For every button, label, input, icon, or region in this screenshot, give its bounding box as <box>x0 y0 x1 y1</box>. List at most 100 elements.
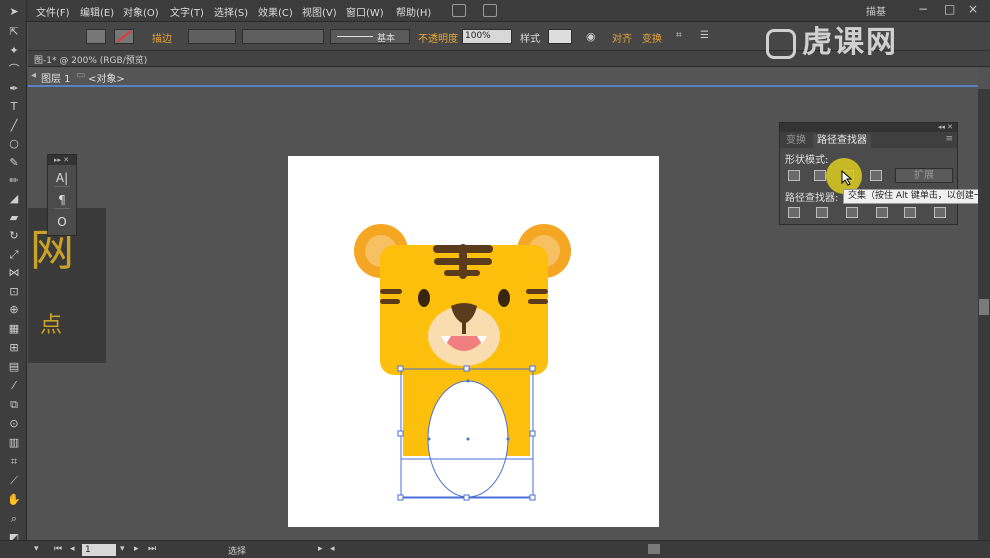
isolate-icon[interactable]: ⌗ <box>676 30 682 41</box>
menu-file[interactable]: 文件(F) <box>36 4 70 19</box>
opentype-icon[interactable]: O <box>54 213 70 231</box>
stroke-label[interactable]: 描边 <box>152 30 172 45</box>
workspace-switcher[interactable]: 描基 <box>866 3 886 18</box>
tab-pathfinder[interactable]: 路径查找器 <box>813 134 871 148</box>
stroke-weight-field[interactable] <box>188 29 236 44</box>
vertical-scroll-thumb[interactable] <box>979 299 989 315</box>
handle-top-center[interactable] <box>463 365 470 372</box>
menu-select[interactable]: 选择(S) <box>214 4 248 19</box>
selection-tool-icon[interactable]: ➤ <box>5 4 23 20</box>
column-graph-tool-icon[interactable]: ▥ <box>5 435 23 451</box>
handle-top-left[interactable] <box>397 365 404 372</box>
shape-builder-tool-icon[interactable]: ⊕ <box>5 302 23 318</box>
lasso-tool-icon[interactable]: ⌒ <box>5 62 23 78</box>
merge-button[interactable] <box>846 207 858 218</box>
zoom-tool-icon[interactable]: ⌕ <box>5 511 23 527</box>
close-button[interactable]: × <box>968 2 978 16</box>
transform-label[interactable]: 变换 <box>642 30 662 45</box>
menu-edit[interactable]: 编辑(E) <box>80 4 114 19</box>
opacity-field[interactable]: 100% <box>462 29 512 44</box>
recolor-icon[interactable]: ◉ <box>586 30 596 43</box>
crop-button[interactable] <box>876 207 888 218</box>
hscroll-left-icon[interactable]: ◂ <box>330 544 335 554</box>
slice-tool-icon[interactable]: ⟋ <box>5 473 23 489</box>
minus-front-button[interactable] <box>814 170 826 181</box>
paragraph-icon[interactable]: ¶ <box>54 191 70 209</box>
maximize-button[interactable]: □ <box>944 2 955 16</box>
paintbrush-tool-icon[interactable]: ✎ <box>5 155 23 171</box>
trim-button[interactable] <box>816 207 828 218</box>
handle-bottom-center[interactable] <box>463 494 470 501</box>
artboard[interactable] <box>288 156 659 527</box>
pen-tool-icon[interactable]: ✒ <box>5 81 23 97</box>
next-artboard-icon[interactable]: ▸ <box>134 544 139 554</box>
last-artboard-icon[interactable]: ⏭ <box>148 544 156 554</box>
rotate-tool-icon[interactable]: ↻ <box>5 228 23 244</box>
horizontal-scroll-thumb[interactable] <box>648 544 660 554</box>
panel-header[interactable]: ◂◂ ✕ <box>780 123 957 132</box>
symbol-sprayer-tool-icon[interactable]: ⊙ <box>5 416 23 432</box>
document-tab-title[interactable]: 图-1* @ 200% (RGB/预览) <box>34 53 147 66</box>
ellipse-tool-icon[interactable]: ○ <box>5 136 23 152</box>
align-label[interactable]: 对齐 <box>612 30 632 45</box>
expand-button[interactable]: 扩展 <box>895 168 953 183</box>
gradient-tool-icon[interactable]: ▤ <box>5 359 23 375</box>
menu-help[interactable]: 帮助(H) <box>396 4 431 19</box>
type-tool-icon[interactable]: T <box>5 99 23 115</box>
width-tool-icon[interactable]: ⋈ <box>5 265 23 281</box>
mesh-tool-icon[interactable]: ⊞ <box>5 340 23 356</box>
outline-button[interactable] <box>904 207 916 218</box>
breadcrumb-layer[interactable]: 图层 1 <box>41 70 71 85</box>
back-arrow-icon[interactable]: ◂ <box>31 70 36 81</box>
handle-bottom-right[interactable] <box>529 494 536 501</box>
arrange-documents-icon[interactable] <box>483 4 497 17</box>
panel-menu-icon[interactable]: ≡ <box>945 134 953 144</box>
fill-swatch[interactable] <box>86 29 106 44</box>
first-artboard-icon[interactable]: ⏮ <box>54 544 62 554</box>
free-transform-tool-icon[interactable]: ⊡ <box>5 284 23 300</box>
vertical-scrollbar[interactable] <box>978 89 990 540</box>
stroke-swatch[interactable] <box>114 29 134 44</box>
tab-transform[interactable]: 变换 <box>782 134 810 148</box>
brush-definition-select[interactable]: 基本 <box>330 29 410 44</box>
menu-view[interactable]: 视图(V) <box>302 4 337 19</box>
variable-width-profile[interactable] <box>242 29 324 44</box>
handle-middle-left[interactable] <box>397 430 404 437</box>
artboard-dropdown-icon[interactable]: ▾ <box>120 544 125 554</box>
menu-type[interactable]: 文字(T) <box>170 4 204 19</box>
blend-tool-icon[interactable]: ⧉ <box>5 397 23 413</box>
character-icon[interactable]: A| <box>54 169 70 187</box>
artboard-number-field[interactable]: 1 <box>82 544 116 556</box>
minimize-button[interactable]: − <box>918 2 928 16</box>
blob-brush-tool-icon[interactable]: ◢ <box>5 191 23 207</box>
handle-bottom-left[interactable] <box>397 494 404 501</box>
tiger-illustration[interactable] <box>288 156 659 527</box>
unite-button[interactable] <box>788 170 800 181</box>
menu-window[interactable]: 窗口(W) <box>346 4 384 19</box>
panel-menu-icon[interactable]: ☰ <box>700 30 709 41</box>
prev-artboard-icon[interactable]: ◂ <box>70 544 75 554</box>
opacity-label[interactable]: 不透明度 <box>418 30 458 45</box>
exclude-button[interactable] <box>870 170 882 181</box>
hand-tool-icon[interactable]: ✋ <box>5 492 23 508</box>
status-menu-arrow-icon[interactable]: ▸ <box>318 544 323 554</box>
breadcrumb-object[interactable]: <对象> <box>88 70 125 85</box>
artboard-tool-icon[interactable]: ⌗ <box>5 454 23 470</box>
menu-effect[interactable]: 效果(C) <box>258 4 293 19</box>
menu-object[interactable]: 对象(O) <box>123 4 159 19</box>
eraser-tool-icon[interactable]: ▰ <box>5 210 23 226</box>
handle-top-right[interactable] <box>529 365 536 372</box>
handle-middle-right[interactable] <box>529 430 536 437</box>
magic-wand-tool-icon[interactable]: ✦ <box>5 43 23 59</box>
minus-back-button[interactable] <box>934 207 946 218</box>
divide-button[interactable] <box>788 207 800 218</box>
direct-selection-tool-icon[interactable]: ⇱ <box>5 24 23 40</box>
line-tool-icon[interactable]: ╱ <box>5 118 23 134</box>
graphic-style-swatch[interactable] <box>548 29 572 44</box>
scale-tool-icon[interactable]: ⤢ <box>5 247 23 263</box>
zoom-dropdown-arrow-icon[interactable]: ▾ <box>34 544 39 554</box>
eyedropper-tool-icon[interactable]: ⁄ <box>5 378 23 394</box>
panel-header[interactable]: ▸▸ ✕ <box>48 155 76 165</box>
bridge-icon[interactable] <box>452 4 466 17</box>
pencil-tool-icon[interactable]: ✏ <box>5 173 23 189</box>
